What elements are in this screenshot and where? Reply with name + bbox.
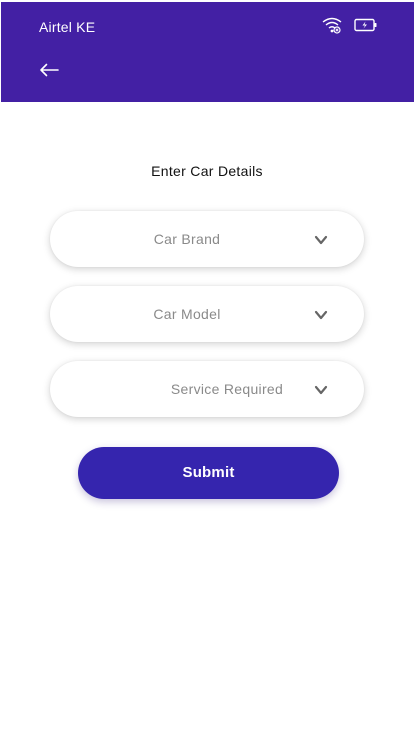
status-icons <box>322 16 378 34</box>
arrow-left-icon <box>39 63 59 82</box>
form-title: Enter Car Details <box>151 163 263 179</box>
chevron-down-icon <box>314 383 328 395</box>
service-required-select[interactable]: Service Required <box>50 361 364 417</box>
battery-charging-icon <box>354 18 378 32</box>
chevron-down-icon <box>314 233 328 245</box>
carrier-name: Airtel KE <box>39 19 96 35</box>
car-model-label: Car Model <box>153 306 221 322</box>
wifi-icon <box>322 16 342 34</box>
car-brand-select[interactable]: Car Brand <box>50 211 364 267</box>
submit-button[interactable]: Submit <box>78 447 339 499</box>
chevron-down-icon <box>314 308 328 320</box>
app-header: Airtel KE <box>1 2 414 102</box>
back-button[interactable] <box>35 60 63 84</box>
car-details-screen: Airtel KE Enter Car Details Car Brand Ca… <box>0 0 414 736</box>
car-brand-label: Car Brand <box>153 231 221 247</box>
car-model-select[interactable]: Car Model <box>50 286 364 342</box>
